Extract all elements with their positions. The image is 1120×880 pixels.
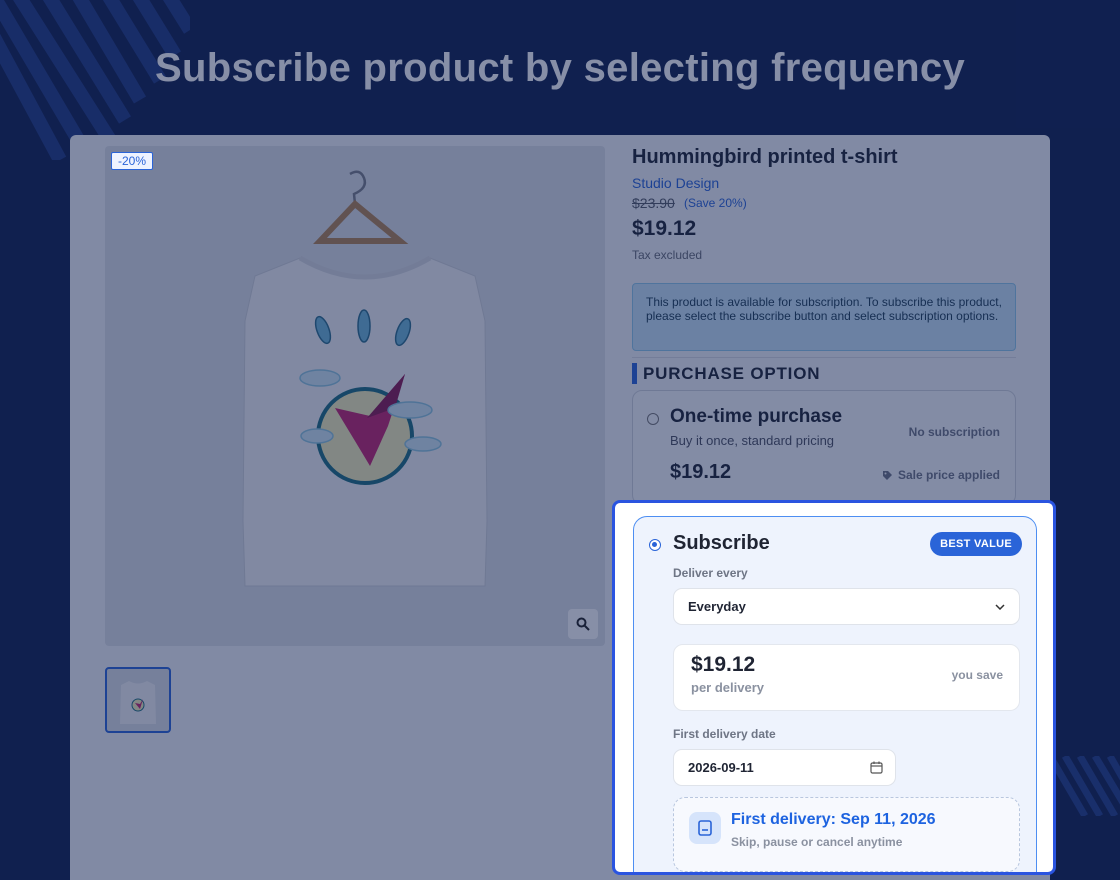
subscribe-title: Subscribe: [673, 532, 770, 554]
one-time-subtitle: Buy it once, standard pricing: [670, 433, 835, 448]
you-save-label: you save: [951, 668, 1003, 682]
per-delivery-label: per delivery: [691, 680, 764, 695]
tag-icon: [882, 470, 892, 480]
page-headline: Subscribe product by selecting frequency: [155, 46, 965, 90]
frequency-select[interactable]: Everyday: [673, 588, 1020, 625]
subscription-info-alert: This product is available for subscripti…: [632, 283, 1016, 351]
tax-note: Tax excluded: [632, 248, 703, 262]
subscribe-highlight: Subscribe BEST VALUE Deliver every Every…: [612, 500, 1056, 875]
purchase-option-heading: PURCHASE OPTION: [632, 363, 820, 384]
product-thumbnail[interactable]: [105, 667, 171, 733]
tshirt-image: [242, 170, 488, 587]
one-time-price: $19.12: [670, 461, 732, 483]
current-price: $19.12: [632, 217, 697, 240]
sale-price-text: Sale price applied: [897, 468, 1000, 482]
magnifier-icon: [576, 617, 590, 631]
first-delivery-summary: First delivery: Sep 11, 2026 Skip, pause…: [673, 797, 1020, 872]
discount-badge: -20%: [111, 152, 154, 170]
divider: [632, 357, 1016, 358]
calendar-icon[interactable]: [870, 761, 883, 774]
save-label: (Save 20%): [684, 196, 747, 210]
first-delivery-date-input[interactable]: 2026-09-11: [673, 749, 896, 786]
box-icon: [689, 812, 721, 844]
first-delivery-subtitle: Skip, pause or cancel anytime: [731, 835, 903, 849]
frequency-value: Everyday: [688, 599, 746, 614]
product-title: Hummingbird printed t-shirt: [632, 146, 898, 168]
product-main-image[interactable]: [105, 146, 605, 646]
subscribe-option[interactable]: Subscribe BEST VALUE Deliver every Every…: [633, 516, 1037, 872]
first-delivery-title: First delivery: Sep 11, 2026: [731, 811, 936, 828]
regular-price: $23.90: [632, 195, 675, 211]
brand-link[interactable]: Studio Design: [632, 175, 719, 191]
zoom-button[interactable]: [568, 609, 598, 639]
decorative-stripes-right: [1050, 756, 1120, 816]
subscription-price-box: $19.12 per delivery you save: [673, 644, 1020, 711]
sale-price-note: Sale price applied: [882, 468, 1000, 482]
deliver-every-label: Deliver every: [673, 566, 748, 580]
no-subscription-tag: No subscription: [908, 425, 1000, 439]
best-value-badge: BEST VALUE: [930, 532, 1022, 556]
subscription-price: $19.12: [691, 653, 756, 676]
one-time-title: One-time purchase: [670, 406, 843, 427]
one-time-radio[interactable]: [647, 413, 659, 425]
date-value: 2026-09-11: [688, 760, 754, 775]
chevron-down-icon: [995, 603, 1005, 610]
subscribe-radio[interactable]: [649, 539, 661, 551]
one-time-purchase-option[interactable]: One-time purchase Buy it once, standard …: [632, 390, 1016, 505]
tshirt-thumbnail-image: [120, 681, 156, 724]
first-delivery-date-label: First delivery date: [673, 727, 776, 741]
